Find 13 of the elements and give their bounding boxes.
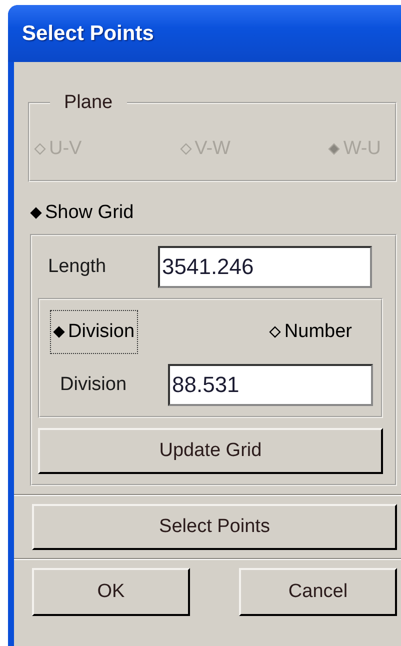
radio-option[interactable]: Division bbox=[50, 310, 138, 354]
group-label: Plane bbox=[63, 92, 114, 114]
dialog-button[interactable]: OK bbox=[32, 568, 190, 616]
length-label: Length bbox=[47, 256, 108, 278]
window-title: Select Points bbox=[21, 22, 154, 46]
show-grid-toggle[interactable]: Show Grid bbox=[26, 200, 138, 226]
select-points-button[interactable]: Select Points bbox=[32, 504, 397, 550]
radio-option[interactable]: Number bbox=[266, 310, 355, 354]
division-label: Division bbox=[59, 374, 128, 396]
dialog-button[interactable]: Cancel bbox=[239, 568, 397, 616]
update-grid-button[interactable]: Update Grid bbox=[38, 428, 383, 474]
length-field[interactable]: 3541.246 bbox=[158, 246, 372, 288]
division-field[interactable]: 88.531 bbox=[168, 364, 373, 406]
